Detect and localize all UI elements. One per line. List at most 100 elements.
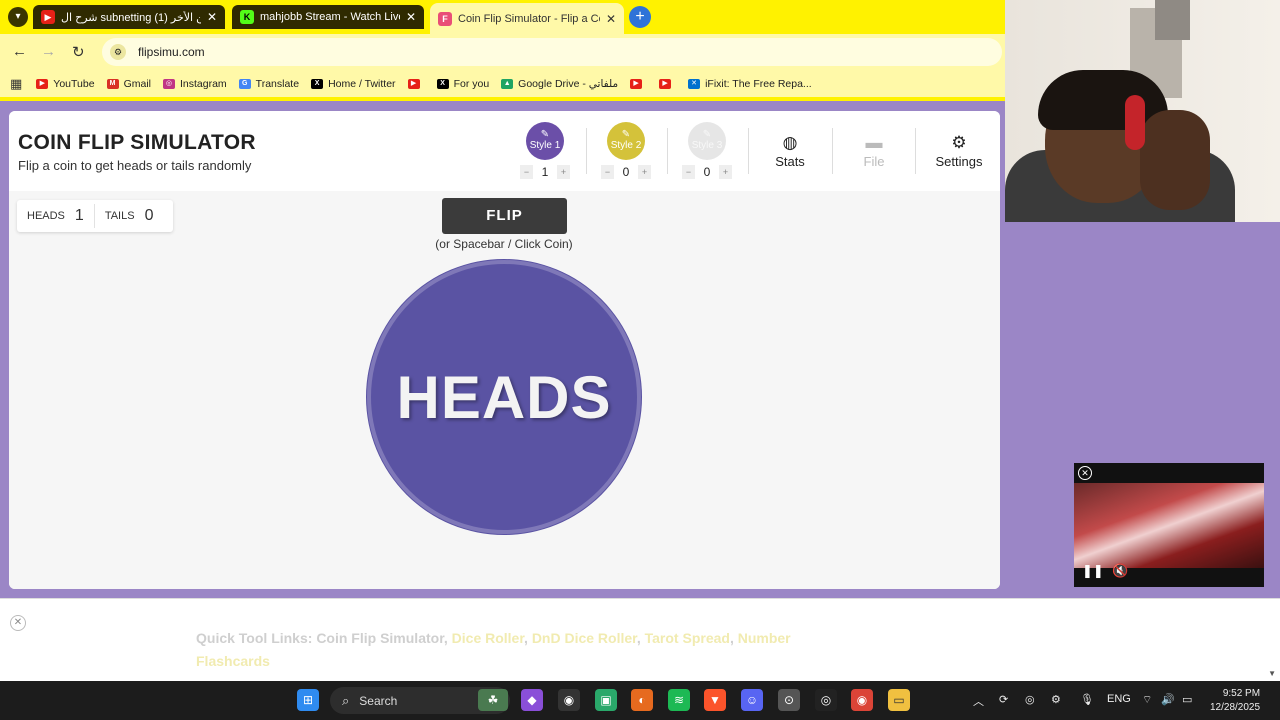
- mute-icon[interactable]: 🔇: [1112, 563, 1128, 579]
- bookmark-label: iFixit: The Free Repa...: [705, 77, 812, 90]
- bookmark-twitter-home[interactable]: X Home / Twitter: [311, 78, 396, 90]
- reload-icon[interactable]: ↻: [72, 43, 85, 61]
- tray-app-icon[interactable]: ⟳: [999, 693, 1008, 706]
- style-2-button[interactable]: ✎ Style 2: [607, 122, 645, 160]
- tab-mahjobb-stream[interactable]: K mahjobb Stream - Watch Live o ✕: [232, 5, 424, 29]
- bookmark-instagram[interactable]: ◎ Instagram: [162, 78, 227, 90]
- back-icon[interactable]: ←: [12, 43, 27, 60]
- volume-icon[interactable]: 🔊: [1161, 693, 1175, 706]
- quick-links-prefix: Quick Tool Links:: [196, 630, 313, 646]
- address-bar[interactable]: ⚙ flipsimu.com: [102, 38, 1002, 66]
- obs-icon[interactable]: ◎: [815, 689, 837, 711]
- divider: [586, 128, 587, 174]
- file-explorer-icon[interactable]: ▭: [888, 689, 910, 711]
- brave-icon[interactable]: ▼: [704, 689, 726, 711]
- stats-button[interactable]: ◍ Stats: [767, 133, 813, 169]
- tab-coin-flip[interactable]: F Coin Flip Simulator - Flip a Coin ✕: [430, 3, 624, 34]
- bookmark-label: Gmail: [123, 77, 151, 90]
- discord-icon[interactable]: ☺: [741, 689, 763, 711]
- instagram-icon: ◎: [162, 78, 175, 89]
- webcam-poster: [1155, 0, 1190, 40]
- wifi-icon[interactable]: ⌔: [1142, 693, 1152, 707]
- tab-close-icon[interactable]: ✕: [606, 12, 616, 26]
- increment-button[interactable]: +: [638, 165, 651, 179]
- site-info-icon[interactable]: ⚙: [110, 44, 126, 60]
- link-dnd-dice-roller[interactable]: DnD Dice Roller: [532, 630, 637, 646]
- bookmark-for-you[interactable]: X For you: [436, 77, 490, 90]
- tab-close-icon[interactable]: ✕: [406, 10, 416, 24]
- copilot-icon[interactable]: ◆: [521, 689, 543, 711]
- bookmark-label: For you: [453, 77, 490, 90]
- link-coin-flip[interactable]: Coin Flip Simulator: [316, 630, 444, 646]
- style-1-button[interactable]: ✎ Style 1: [526, 122, 564, 160]
- widgets-icon[interactable]: ☘: [478, 689, 508, 711]
- tray-app-icon[interactable]: ◎: [1025, 693, 1035, 706]
- bookmark-gmail[interactable]: M Gmail: [106, 77, 151, 90]
- firefox-icon[interactable]: ◐: [631, 689, 653, 711]
- link-dice-roller[interactable]: Dice Roller: [452, 630, 524, 646]
- decrement-button[interactable]: −: [682, 165, 695, 179]
- tray-overflow-icon[interactable]: ︿: [973, 693, 984, 709]
- bookmark-youtube-2[interactable]: ▶: [407, 78, 425, 89]
- increment-button[interactable]: +: [557, 165, 570, 179]
- style-3-button[interactable]: ✎ Style 3: [688, 122, 726, 160]
- app-icon[interactable]: ◉: [558, 689, 580, 711]
- apps-grid-icon[interactable]: ▦: [10, 76, 22, 92]
- pause-icon[interactable]: ❚❚: [1082, 563, 1104, 579]
- site-header: COIN FLIP SIMULATOR Flip a coin to get h…: [9, 111, 1000, 191]
- search-label: Search: [359, 693, 398, 708]
- scroll-down-icon[interactable]: ▼: [1268, 669, 1276, 678]
- increment-button[interactable]: +: [719, 165, 732, 179]
- tab-strip: ▾ ▶ شرح ال subnetting (1) من الأخر ✕ K m…: [0, 0, 1005, 34]
- bookmark-ifixit[interactable]: ✕ iFixit: The Free Repa...: [688, 78, 812, 90]
- settings-button[interactable]: ⚙ Settings: [929, 133, 989, 169]
- divider: [748, 128, 749, 174]
- new-tab-button[interactable]: +: [629, 6, 651, 28]
- windows-taskbar: ⊞ ⌕ Search ☘ ◆ ◉ ▣ ◐ ≋ ▼ ☺ ⊙ ◎ ◉ ▭ ︿ ⟳ ◎…: [0, 681, 1280, 720]
- heads-label: HEADS: [27, 210, 65, 222]
- spotify-icon[interactable]: ≋: [668, 689, 690, 711]
- quick-tool-links: Quick Tool Links: Coin Flip Simulator, D…: [196, 630, 791, 669]
- flip-button[interactable]: FLIP: [442, 198, 567, 234]
- app-icon[interactable]: ⊙: [778, 689, 800, 711]
- tails-label: TAILS: [104, 210, 135, 222]
- microphone-icon[interactable]: 🎙: [1080, 693, 1094, 706]
- bookmark-google-drive[interactable]: ▲ Google Drive - ملفاتي: [501, 78, 618, 90]
- bookmark-youtube[interactable]: ▶ YouTube: [36, 78, 95, 90]
- bookmark-youtube-4[interactable]: ▶: [659, 78, 676, 89]
- style-count: 1: [541, 165, 549, 179]
- windows-start-icon[interactable]: ⊞: [297, 689, 319, 711]
- style-count: 0: [622, 165, 630, 179]
- video-frame[interactable]: [1074, 483, 1264, 568]
- clock-date: 12/28/2025: [1210, 702, 1261, 713]
- coin[interactable]: HEADS: [367, 260, 641, 534]
- app-icon[interactable]: ▣: [595, 689, 617, 711]
- simulator-card: COIN FLIP SIMULATOR Flip a coin to get h…: [9, 111, 1000, 589]
- system-clock[interactable]: 9:52 PM 12/28/2025: [1210, 687, 1260, 715]
- youtube-icon: ▶: [41, 10, 55, 24]
- close-icon[interactable]: ✕: [1078, 466, 1092, 480]
- page-title: COIN FLIP SIMULATOR: [18, 131, 256, 154]
- bookmark-youtube-3[interactable]: ▶: [630, 78, 647, 89]
- tab-search-icon[interactable]: ▾: [8, 7, 28, 27]
- webcam-person-hand: [1140, 110, 1210, 210]
- style-2-group: ✎ Style 2 − 0 +: [596, 122, 656, 179]
- decrement-button[interactable]: −: [601, 165, 614, 179]
- search-icon: ⌕: [342, 692, 350, 708]
- tab-subnetting[interactable]: ▶ شرح ال subnetting (1) من الأخر ✕: [33, 5, 225, 29]
- chrome-icon[interactable]: ◉: [851, 689, 873, 711]
- close-icon[interactable]: ✕: [10, 615, 26, 631]
- tab-close-icon[interactable]: ✕: [207, 10, 217, 24]
- style-label: Style 1: [529, 140, 561, 151]
- steam-icon[interactable]: ⚙: [1051, 693, 1061, 706]
- decrement-button[interactable]: −: [520, 165, 533, 179]
- mini-video-player[interactable]: ✕ ❚❚ 🔇: [1074, 463, 1264, 587]
- language-indicator[interactable]: ENG: [1107, 693, 1131, 705]
- file-button[interactable]: ▬ File: [854, 133, 894, 169]
- page-subtitle: Flip a coin to get heads or tails random…: [18, 158, 252, 173]
- battery-icon[interactable]: ▭: [1182, 693, 1192, 706]
- link-tarot-spread[interactable]: Tarot Spread: [645, 630, 730, 646]
- bookmark-translate[interactable]: G Translate: [238, 78, 299, 90]
- forward-icon[interactable]: →: [41, 43, 56, 60]
- bookmarks-bar: ▦ ▶ YouTube M Gmail ◎ Instagram G Translate …: [0, 70, 1005, 97]
